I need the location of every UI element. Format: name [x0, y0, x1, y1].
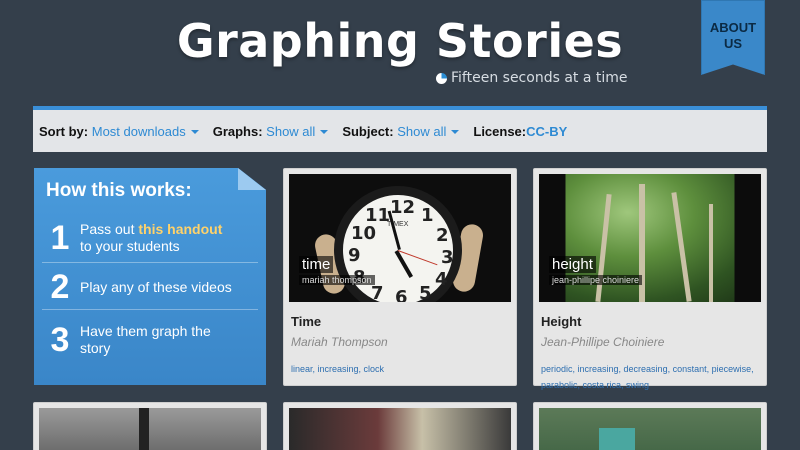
- overlay-title: time: [299, 256, 334, 273]
- page-fold-corner: [238, 168, 266, 190]
- card-author: Jean-Phillipe Choiniere: [541, 335, 665, 349]
- how-heading: How this works:: [46, 180, 192, 201]
- video-card[interactable]: [283, 402, 517, 450]
- video-card-height[interactable]: height jean-phillipe choiniere Height Je…: [533, 168, 767, 390]
- overlay-title: height: [549, 256, 596, 273]
- filter-bar: Sort by: Most downloads Graphs: Show all…: [33, 106, 767, 152]
- step-1: 1 Pass out this handout to your students: [42, 212, 258, 264]
- license-label: License:: [473, 123, 527, 139]
- video-card[interactable]: [533, 402, 767, 450]
- subtitle-text: Fifteen seconds at a time: [451, 70, 628, 86]
- how-this-works-panel: How this works: 1 Pass out this handout …: [34, 168, 266, 385]
- tag-links[interactable]: parabolic, costa rica, swing: [541, 380, 649, 390]
- step-number: 2: [50, 267, 70, 306]
- card-tags[interactable]: periodic, increasing, decreasing, consta…: [541, 361, 761, 393]
- step-1-post: to your students: [80, 238, 180, 254]
- graphs-dropdown[interactable]: Show all: [266, 123, 329, 139]
- about-us-ribbon-button[interactable]: ABOUT US: [701, 0, 765, 75]
- card-tags[interactable]: linear, increasing, clock: [291, 361, 511, 377]
- video-overlay-label: height jean-phillipe choiniere: [549, 256, 643, 285]
- step-number: 1: [50, 218, 70, 257]
- graphs-value: Show all: [266, 123, 316, 139]
- site-title[interactable]: Graphing Stories: [0, 14, 800, 68]
- video-card-time[interactable]: 12 1 2 3 4 5 6 7 8 9 10 11 TIMEX time ma…: [283, 168, 517, 386]
- subject-dropdown[interactable]: Show all: [397, 123, 460, 139]
- sort-label: Sort by:: [39, 123, 89, 139]
- step-number: 3: [50, 320, 70, 359]
- caret-down-icon: [320, 130, 329, 135]
- sort-value: Most downloads: [91, 123, 186, 139]
- video-thumbnail[interactable]: [39, 408, 261, 450]
- step-2: 2 Play any of these videos: [42, 264, 258, 310]
- license-link[interactable]: CC-BY: [526, 124, 567, 139]
- overlay-author: jean-phillipe choiniere: [549, 275, 643, 285]
- card-title[interactable]: Time: [291, 314, 511, 329]
- overlay-author: mariah thompson: [299, 275, 375, 285]
- step-text: Pass out this handout to your students: [80, 221, 222, 255]
- sort-dropdown[interactable]: Most downloads: [92, 124, 199, 139]
- graphs-filter: Graphs: Show all: [213, 124, 329, 139]
- about-line-2: US: [723, 36, 743, 51]
- graphs-label: Graphs:: [212, 123, 263, 139]
- license-filter: License:CC-BY: [473, 124, 567, 139]
- subject-filter: Subject: Show all: [342, 123, 460, 139]
- video-card[interactable]: [33, 402, 267, 450]
- divider: [42, 262, 258, 263]
- caret-down-icon: [451, 130, 460, 135]
- caret-down-icon: [190, 130, 199, 135]
- step-text: Play any of these videos: [80, 278, 232, 295]
- card-author: Mariah Thompson: [291, 335, 388, 349]
- subject-value: Show all: [397, 123, 447, 139]
- video-thumbnail[interactable]: height jean-phillipe choiniere: [539, 174, 761, 302]
- video-thumbnail[interactable]: 12 1 2 3 4 5 6 7 8 9 10 11 TIMEX time ma…: [289, 174, 511, 302]
- tag-links[interactable]: periodic, increasing, decreasing, consta…: [541, 364, 754, 374]
- about-line-1: ABOUT: [709, 20, 757, 35]
- step-3: 3 Have them graph the story: [42, 314, 258, 366]
- video-thumbnail[interactable]: [289, 408, 511, 450]
- clock-icon: [436, 72, 447, 84]
- card-title[interactable]: Height: [541, 314, 761, 329]
- step-1-pre: Pass out: [80, 221, 139, 237]
- divider: [42, 309, 258, 310]
- handout-link[interactable]: this handout: [138, 221, 222, 237]
- video-thumbnail[interactable]: [539, 408, 761, 450]
- clock-hands: [343, 195, 453, 302]
- video-overlay-label: time mariah thompson: [299, 256, 375, 285]
- subject-label: Subject:: [342, 123, 394, 139]
- tag-links[interactable]: linear, increasing, clock: [291, 364, 384, 374]
- step-text: Have them graph the story: [80, 323, 211, 356]
- site-subtitle: Fifteen seconds at a time: [436, 70, 628, 86]
- sort-filter: Sort by: Most downloads: [39, 124, 199, 139]
